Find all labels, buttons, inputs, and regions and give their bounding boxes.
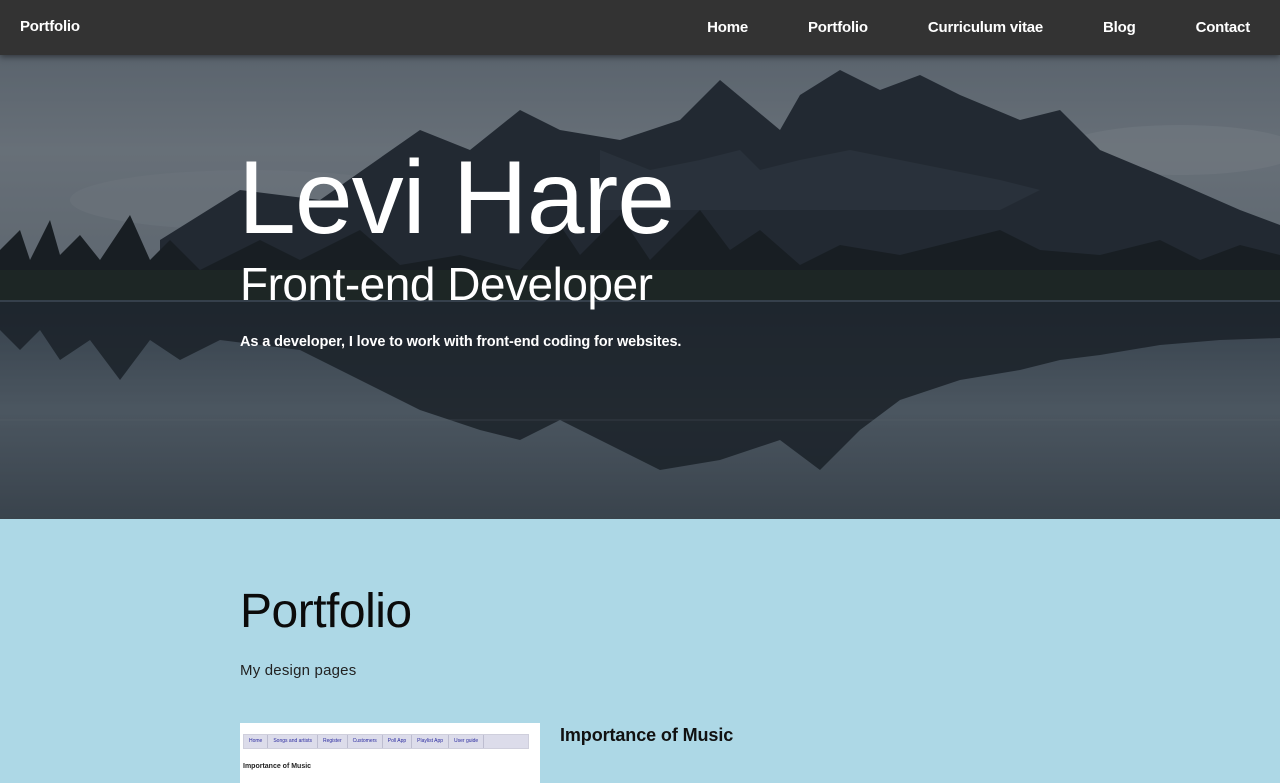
nav-link-contact[interactable]: Contact bbox=[1166, 0, 1280, 55]
thumbnail-nav-item: Songs and artists bbox=[268, 735, 318, 748]
top-navbar: Portfolio Home Portfolio Curriculum vita… bbox=[0, 0, 1280, 55]
thumbnail-heading: Importance of Music bbox=[243, 763, 312, 770]
thumbnail-nav-item: Customers bbox=[348, 735, 383, 748]
nav-link-portfolio[interactable]: Portfolio bbox=[778, 0, 898, 55]
thumbnail-nav: Home Songs and artists Register Customer… bbox=[243, 734, 529, 749]
hero-name: Levi Hare bbox=[238, 140, 675, 256]
thumbnail-nav-item: Poll App bbox=[383, 735, 413, 748]
portfolio-item-thumbnail[interactable]: Home Songs and artists Register Customer… bbox=[240, 723, 540, 783]
nav-link-blog[interactable]: Blog bbox=[1073, 0, 1166, 55]
nav-link-home[interactable]: Home bbox=[677, 0, 778, 55]
thumbnail-nav-item: User guide bbox=[449, 735, 485, 748]
portfolio-item-title[interactable]: Importance of Music bbox=[560, 725, 733, 746]
brand-link[interactable]: Portfolio bbox=[20, 18, 80, 35]
portfolio-section: Portfolio My design pages Home Songs and… bbox=[0, 519, 1280, 783]
nav-link-curriculum-vitae[interactable]: Curriculum vitae bbox=[898, 0, 1073, 55]
nav-links: Home Portfolio Curriculum vitae Blog Con… bbox=[677, 0, 1280, 55]
thumbnail-nav-item: Playlist App bbox=[412, 735, 450, 748]
hero-role: Front-end Developer bbox=[240, 258, 653, 310]
portfolio-title: Portfolio bbox=[240, 585, 412, 638]
thumbnail-nav-item: Home bbox=[244, 735, 269, 748]
thumbnail-nav-item: Register bbox=[318, 735, 348, 748]
hero-description: As a developer, I love to work with fron… bbox=[240, 334, 682, 350]
hero-section: Levi Hare Front-end Developer As a devel… bbox=[0, 0, 1280, 519]
portfolio-subtitle: My design pages bbox=[240, 662, 357, 679]
